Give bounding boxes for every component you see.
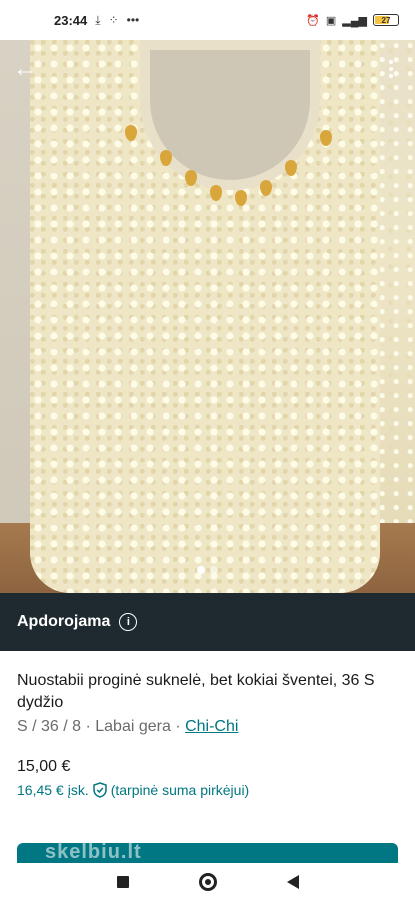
- more-dots-icon: •••: [126, 12, 140, 27]
- gem-decoration: [210, 185, 222, 201]
- brand-link[interactable]: Chi-Chi: [185, 718, 238, 735]
- listing-details: Nuostabii proginė suknelė, bet kokiai šv…: [17, 670, 402, 798]
- listing-price: 15,00 €: [17, 758, 71, 775]
- listing-size-condition: S / 36 / 8 · Labai gera ·: [17, 718, 186, 735]
- download-icon: ⤓: [95, 12, 101, 27]
- gem-decoration: [185, 170, 197, 186]
- gallery-pagination: [0, 566, 415, 574]
- shield-check-icon: [92, 782, 107, 798]
- dress-photo: [30, 40, 380, 593]
- gem-decoration: [125, 125, 137, 141]
- more-vertical-icon[interactable]: [381, 56, 401, 82]
- buyer-price: 16,45 €: [17, 782, 64, 798]
- status-left-icons: ⤓ ⁘ •••: [95, 13, 139, 28]
- processing-label: Apdorojama: [17, 613, 111, 630]
- buyer-price-row[interactable]: 16,45 € įsk. (tarpinė suma pirkėjui): [17, 782, 402, 798]
- battery-level: 27: [381, 15, 391, 25]
- buyer-price-note: (tarpinė suma pirkėjui): [110, 782, 250, 798]
- signal-icon: ▂▄▆: [342, 14, 367, 27]
- recent-apps-icon[interactable]: [116, 875, 129, 888]
- alarm-icon: ⏰: [306, 14, 320, 27]
- system-nav-bar: [0, 863, 415, 900]
- status-bar: 23:44 ⤓ ⁘ ••• ⏰ ▣ ▂▄▆ 27: [0, 0, 415, 40]
- gem-decoration: [235, 190, 247, 206]
- watermark: skelbiu.lt: [45, 841, 142, 863]
- pagination-dot[interactable]: [210, 566, 218, 574]
- gem-decoration: [320, 130, 332, 146]
- listing-meta: S / 36 / 8 · Labai gera · Chi-Chi: [17, 718, 402, 736]
- back-icon[interactable]: [286, 874, 299, 889]
- status-time: 23:44: [54, 12, 88, 28]
- pagination-dot-active[interactable]: [197, 566, 205, 574]
- info-icon[interactable]: i: [119, 613, 138, 631]
- vowifi-icon: ▣: [325, 14, 337, 27]
- listing-title: Nuostabii proginė suknelė, bet kokiai šv…: [17, 672, 375, 711]
- status-right-icons: ⏰ ▣ ▂▄▆ 27: [306, 14, 399, 27]
- arrow-left-icon[interactable]: ←: [12, 56, 38, 82]
- gem-decoration: [260, 180, 272, 196]
- grid-icon: ⁘: [108, 12, 119, 27]
- gem-decoration: [285, 160, 297, 176]
- buyer-price-suffix: įsk.: [67, 782, 89, 798]
- home-icon[interactable]: [198, 872, 217, 891]
- processing-banner: Apdorojama i: [0, 593, 415, 651]
- battery-icon: 27: [373, 14, 399, 26]
- photo-gallery[interactable]: [0, 40, 415, 593]
